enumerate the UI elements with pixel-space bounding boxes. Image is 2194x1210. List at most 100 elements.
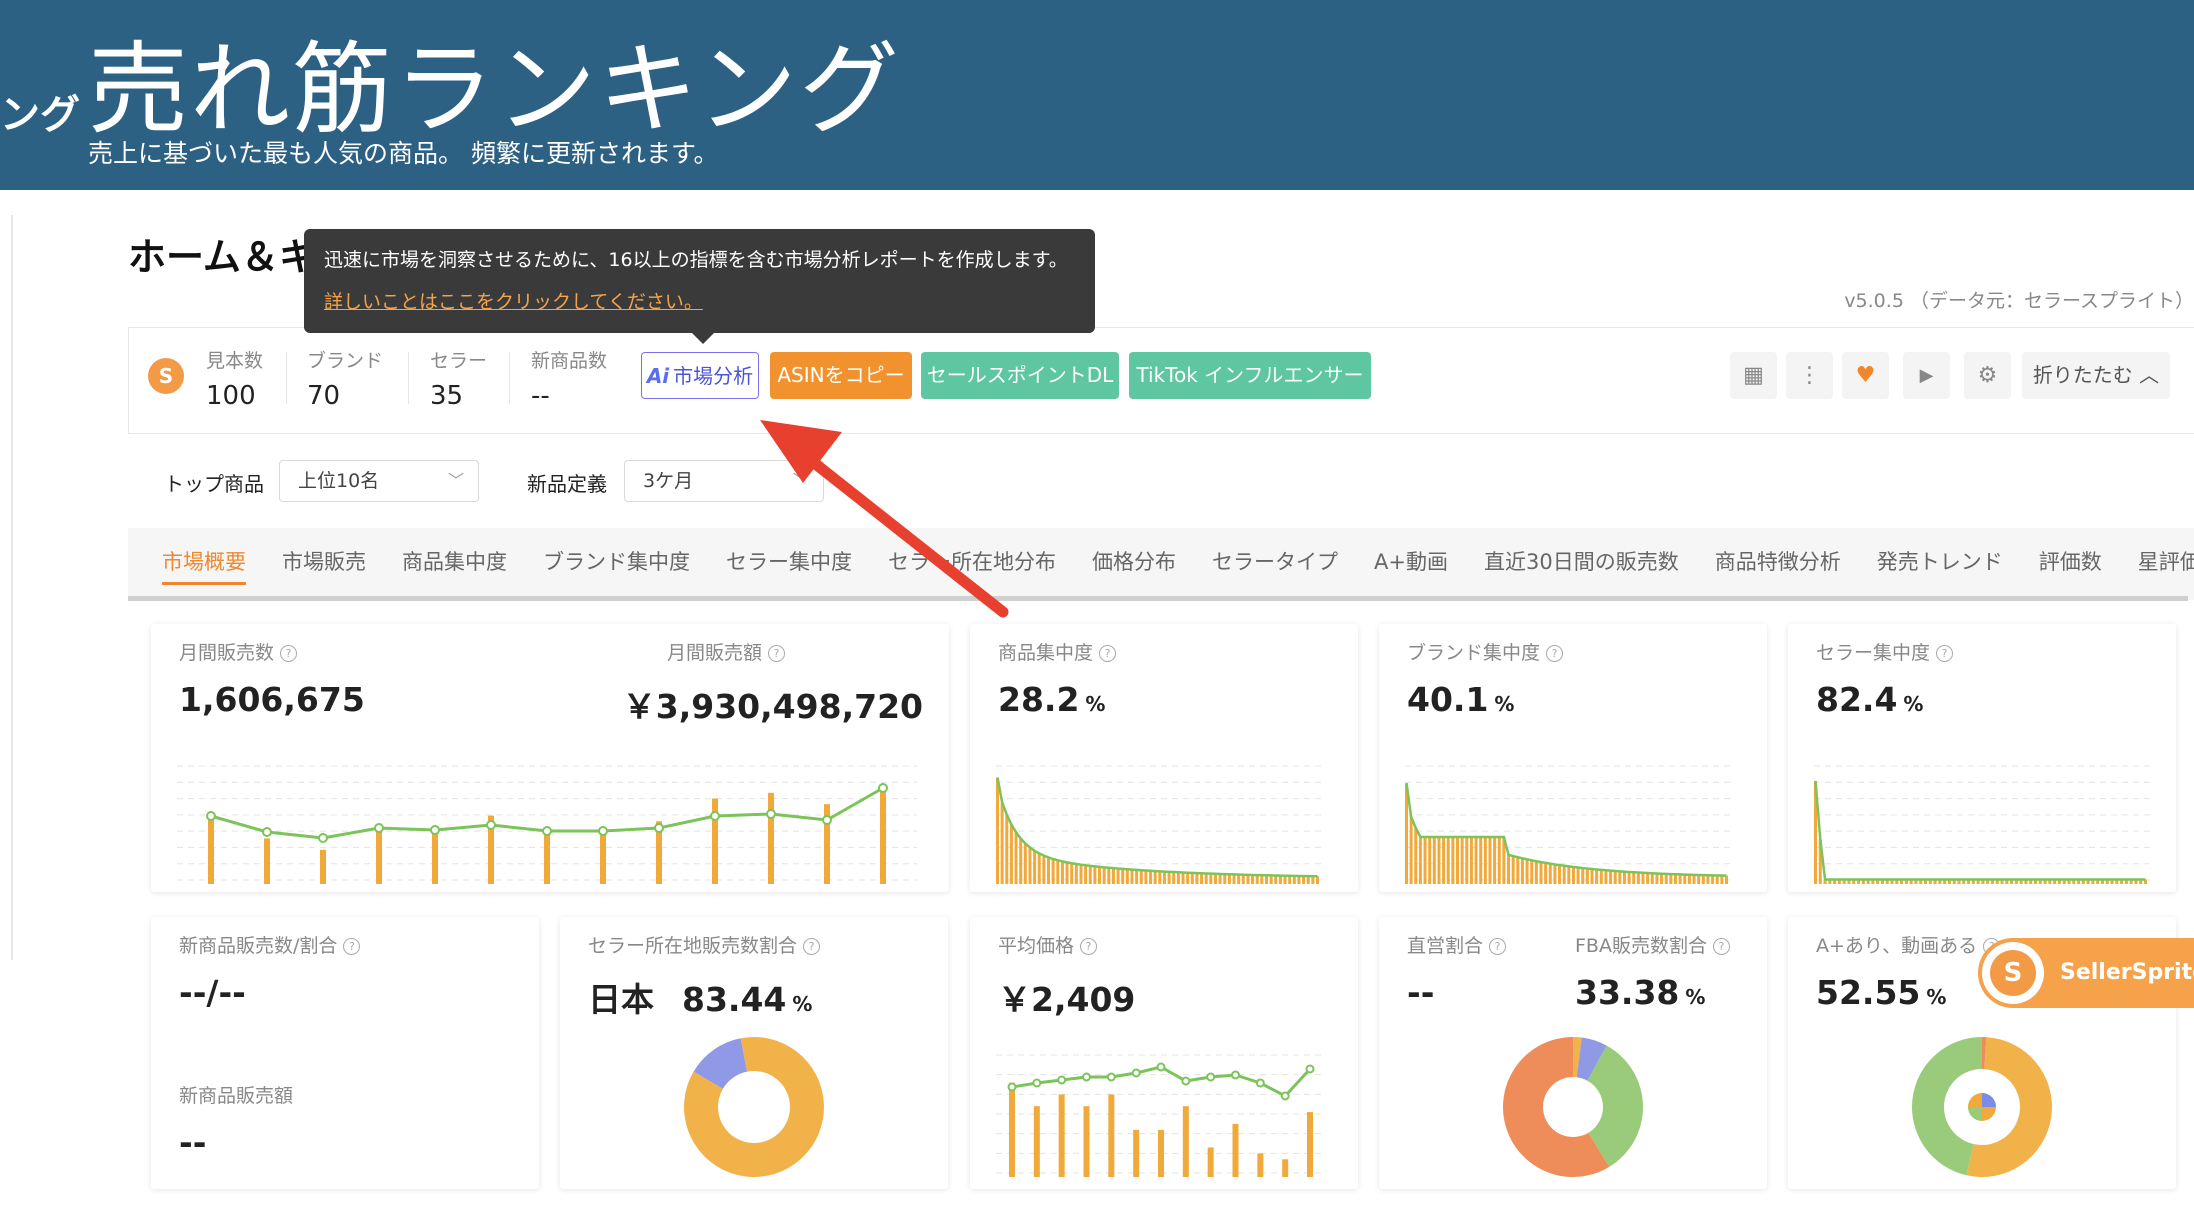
tab-item[interactable]: ブランド集中度 [543, 546, 690, 585]
chart-bar [1028, 847, 1032, 884]
tab-item[interactable]: セラー所在地分布 [888, 546, 1056, 585]
collapse-button[interactable]: 折りたたむ ︿ [2022, 352, 2170, 399]
help-icon[interactable]: ? [1489, 938, 1507, 955]
tab-item[interactable]: セラー集中度 [726, 546, 852, 585]
help-icon[interactable]: ? [343, 938, 361, 955]
chart-bar [1534, 861, 1538, 884]
chart-bar [1507, 854, 1511, 884]
divider [509, 352, 510, 404]
chart-bar [1060, 861, 1064, 884]
aplus-video-donut [1912, 1037, 2052, 1177]
help-icon[interactable]: ? [1080, 938, 1098, 955]
chart-point [262, 827, 272, 837]
stat-value: 70 [307, 381, 341, 411]
chart-bar [1209, 873, 1213, 884]
chart-point [1305, 1064, 1315, 1074]
chart-point [1280, 1091, 1290, 1101]
tab-item[interactable]: 星評価 [2138, 546, 2194, 585]
chart-bar [1479, 836, 1483, 884]
chart-bar [1135, 869, 1139, 884]
more-icon[interactable]: ⋮ [1786, 352, 1833, 399]
sales-point-download-button[interactable]: セールスポイントDL [921, 352, 1119, 399]
chart-bar [1585, 868, 1589, 884]
chart-bar [1660, 873, 1664, 884]
chart-bar [1009, 1082, 1015, 1177]
tab-item[interactable]: 市場概要 [162, 546, 246, 585]
help-icon[interactable]: ? [280, 645, 298, 662]
chart-point [430, 825, 440, 835]
chart-bar [1033, 1106, 1040, 1177]
tab-bar-underline [128, 596, 2188, 601]
top-products-select[interactable]: 上位10名 ﹀ [279, 460, 479, 502]
new-product-definition-select[interactable]: 3ケ月 ﹀ [624, 460, 824, 502]
heart-icon[interactable]: ♥ [1842, 352, 1889, 399]
help-icon[interactable]: ? [768, 645, 786, 662]
copy-asin-button[interactable]: ASINをコピー [770, 352, 912, 399]
help-icon[interactable]: ? [803, 938, 821, 955]
chart-bar [1255, 875, 1259, 884]
help-icon[interactable]: ? [1712, 938, 1730, 955]
tooltip-details-link[interactable]: 詳しいことはここをクリックしてください。 [324, 287, 703, 314]
chart-bar [1548, 863, 1552, 884]
stat-value: -- [531, 381, 550, 411]
sellersprite-floating-badge[interactable]: S SellerSprite [1978, 938, 2194, 1008]
chart-point [1082, 1072, 1091, 1082]
market-analysis-button[interactable]: Ai 市場分析 [641, 352, 759, 399]
help-icon[interactable]: ? [1099, 645, 1117, 662]
chevron-down-icon: ﹀ [447, 471, 464, 490]
stat-label: 新商品数 [531, 350, 608, 372]
chart-bar [1047, 857, 1051, 884]
chart-bar [1613, 871, 1617, 884]
chart-bar [1530, 860, 1534, 884]
chart-point [1131, 1068, 1141, 1078]
select-value: 3ケ月 [643, 470, 694, 492]
chart-line [1814, 780, 2146, 881]
product-concentration-card: 商品集中度? 28.2% [970, 624, 1358, 892]
divider [408, 352, 409, 404]
tab-item[interactable]: 直近30日間の販売数 [1484, 546, 1679, 585]
chart-bar [1632, 872, 1636, 884]
chart-bar [1567, 866, 1571, 884]
product-concentration-label: 商品集中度? [998, 638, 1117, 665]
tab-item[interactable]: セラータイプ [1212, 546, 1338, 585]
chart-bar [1307, 1112, 1313, 1177]
settings-icon[interactable]: ⚙ [1964, 352, 2011, 399]
tab-item[interactable]: 商品特徴分析 [1715, 546, 1841, 585]
help-icon[interactable]: ? [1936, 645, 1954, 662]
tab-item[interactable]: 商品集中度 [402, 546, 507, 585]
chart-bar [1437, 836, 1441, 884]
chart-bar [1139, 870, 1143, 884]
chart-bar [376, 827, 382, 884]
chart-bar [1108, 1094, 1115, 1177]
chart-bar [1264, 875, 1268, 884]
monthly-revenue-value: ￥3,930,498,720 [622, 687, 923, 726]
chart-point [598, 826, 608, 836]
chart-bar [1446, 836, 1450, 884]
chart-bar [1511, 856, 1515, 884]
chart-bar [1465, 836, 1469, 884]
fba-donut [1503, 1037, 1643, 1177]
chart-bar [1646, 873, 1650, 884]
chart-bar [1195, 873, 1199, 884]
grid-icon[interactable]: ▦ [1730, 352, 1777, 399]
tab-item[interactable]: A+動画 [1374, 546, 1448, 585]
chart-bar [1650, 873, 1654, 884]
chart-bar [1116, 868, 1120, 884]
chart-bar [1125, 869, 1129, 884]
stat-label: 見本数 [206, 350, 264, 372]
tab-item[interactable]: 発売トレンド [1877, 546, 2003, 585]
chart-bar [1227, 874, 1231, 884]
chart-bar [1423, 836, 1427, 884]
chart-bar [1627, 871, 1631, 884]
tab-item[interactable]: 評価数 [2039, 546, 2102, 585]
chart-point [1255, 1078, 1265, 1088]
chart-bar [1274, 875, 1278, 884]
tiktok-influencer-button[interactable]: TikTok インフルエンサー [1129, 352, 1371, 399]
chart-bar [1553, 864, 1557, 884]
video-icon[interactable]: ▶ [1903, 352, 1950, 399]
help-icon[interactable]: ? [1546, 645, 1564, 662]
chart-bar [1488, 836, 1492, 884]
tab-item[interactable]: 価格分布 [1092, 546, 1176, 585]
chart-bar [1706, 875, 1710, 884]
tab-item[interactable]: 市場販売 [282, 546, 366, 585]
